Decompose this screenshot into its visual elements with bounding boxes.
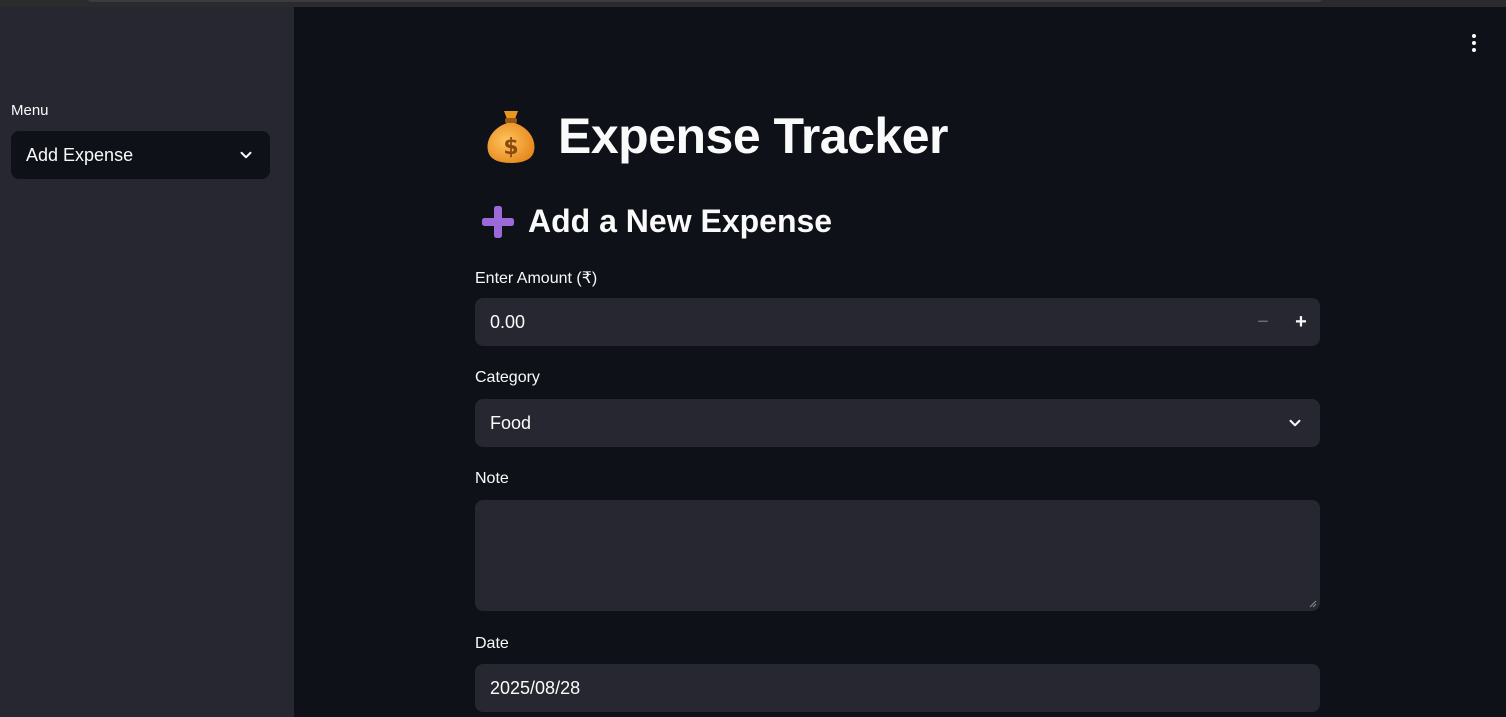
svg-text:$: $ — [503, 135, 518, 160]
increment-button[interactable]: + — [1282, 298, 1320, 346]
chevron-down-icon — [1289, 419, 1301, 427]
category-value: Food — [490, 412, 532, 433]
category-label: Category — [475, 369, 540, 386]
section-title: Add a New Expense — [528, 203, 833, 239]
date-input[interactable]: 2025/08/28 — [475, 664, 1320, 712]
address-bar-edge — [86, 0, 1324, 2]
menu-select[interactable]: Add Expense — [11, 131, 270, 179]
menu-select-value: Add Expense — [26, 144, 134, 165]
browser-top-strip — [0, 0, 1506, 7]
note-textarea[interactable] — [475, 500, 1320, 611]
amount-value[interactable]: 0.00 — [490, 312, 1244, 333]
amount-label: Enter Amount (₹) — [475, 270, 598, 287]
main-content: $ Expense Tracker Add a New Expense Ente… — [294, 7, 1506, 717]
category-select[interactable]: Food — [475, 399, 1320, 447]
resize-handle-icon[interactable] — [1309, 600, 1317, 608]
decrement-button[interactable]: − — [1244, 298, 1282, 346]
chevron-down-icon — [240, 151, 252, 159]
page-title: Expense Tracker — [558, 108, 949, 164]
main-menu-button[interactable] — [1464, 31, 1484, 55]
page-title-row: $ Expense Tracker — [484, 107, 949, 165]
money-bag-icon: $ — [487, 111, 535, 163]
plus-icon — [482, 205, 514, 238]
note-label: Note — [475, 470, 509, 487]
amount-field[interactable]: 0.00 − + — [475, 298, 1320, 346]
kebab-dot — [1472, 41, 1476, 45]
section-title-row: Add a New Expense — [480, 203, 832, 240]
menu-label: Menu — [11, 102, 49, 119]
kebab-dot — [1472, 34, 1476, 38]
sidebar: Menu Add Expense — [0, 7, 294, 717]
date-label: Date — [475, 635, 509, 652]
kebab-dot — [1472, 48, 1476, 52]
date-value: 2025/08/28 — [490, 677, 581, 698]
